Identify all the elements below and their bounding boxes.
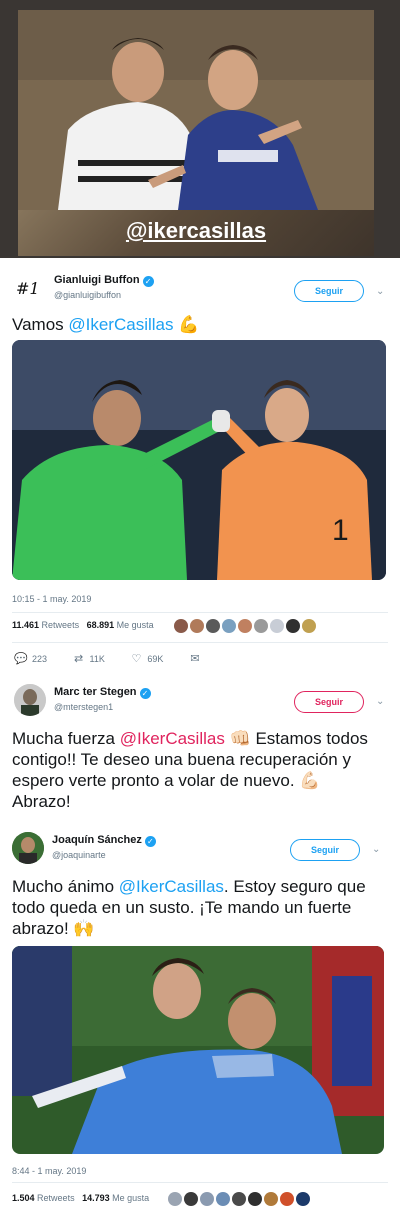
liker-avatars[interactable] xyxy=(168,1192,312,1206)
mention-link[interactable]: @IkerCasillas xyxy=(68,315,173,334)
tweet-timestamp[interactable]: 10:15 - 1 may. 2019 xyxy=(12,594,91,604)
author-name[interactable]: Marc ter Stegen ✓ xyxy=(54,686,151,699)
author-name[interactable]: Joaquín Sánchez ✓ xyxy=(52,834,156,847)
tweet-header: Joaquín Sánchez ✓ @joaquinarte Seguir ⌄ xyxy=(12,830,384,870)
author-name[interactable]: Gianluigi Buffon ✓ xyxy=(54,274,154,287)
tweet-actions: 💬 223 ⇄ 11K ♡ 69K ✉ xyxy=(14,652,228,665)
follow-button[interactable]: Seguir xyxy=(294,691,364,713)
avatar[interactable] xyxy=(270,619,284,633)
avatar[interactable] xyxy=(216,1192,230,1206)
avatar[interactable] xyxy=(232,1192,246,1206)
avatar[interactable] xyxy=(184,1192,198,1206)
follow-button[interactable]: Seguir xyxy=(294,280,364,302)
retweets-stat[interactable]: 1.504 Retweets xyxy=(12,1193,75,1203)
avatar[interactable] xyxy=(206,619,220,633)
avatar[interactable] xyxy=(302,619,316,633)
tweet-text: Mucha fuerza @IkerCasillas 👊🏻 Estamos to… xyxy=(12,729,368,811)
avatar[interactable] xyxy=(222,619,236,633)
author-handle[interactable]: @gianluigibuffon xyxy=(54,290,121,300)
tweet-text: Vamos @IkerCasillas 💪 xyxy=(12,315,200,334)
avatar[interactable] xyxy=(296,1192,310,1206)
divider xyxy=(12,642,388,643)
tweet-text: Mucho ánimo @IkerCasillas. Estoy seguro … xyxy=(12,877,366,938)
avatar-image xyxy=(14,684,46,716)
mention-link[interactable]: @IkerCasillas xyxy=(119,877,224,896)
svg-text:#1: #1 xyxy=(16,279,40,298)
tweet-header: #1 Gianluigi Buffon ✓ @gianluigibuffon Se… xyxy=(14,270,386,310)
story-mention-text: @ikercasillas xyxy=(125,218,267,243)
avatar[interactable] xyxy=(248,1192,262,1206)
avatar[interactable] xyxy=(238,619,252,633)
tweet-photo-image xyxy=(12,946,384,1154)
buffon-logo-icon: #1 xyxy=(16,279,40,298)
avatar[interactable] xyxy=(200,1192,214,1206)
svg-text:1: 1 xyxy=(332,514,349,547)
tweet-stats: 11.461 Retweets 68.891 Me gusta xyxy=(12,620,154,630)
avatar[interactable] xyxy=(190,619,204,633)
mention-link[interactable]: @IkerCasillas xyxy=(120,729,225,748)
follow-button[interactable]: Seguir xyxy=(290,839,360,861)
tweet-photo[interactable]: 1 xyxy=(12,340,386,580)
avatar[interactable] xyxy=(280,1192,294,1206)
tweet-stats: 1.504 Retweets 14.793 Me gusta xyxy=(12,1193,149,1203)
avatar[interactable] xyxy=(264,1192,278,1206)
story-photo xyxy=(18,10,374,210)
chevron-down-icon[interactable]: ⌄ xyxy=(376,286,384,297)
avatar[interactable] xyxy=(174,619,188,633)
liker-avatars[interactable] xyxy=(174,619,318,633)
reply-icon: 💬 xyxy=(14,653,28,665)
avatar[interactable] xyxy=(14,684,46,716)
retweets-stat[interactable]: 11.461 Retweets xyxy=(12,620,79,630)
avatar[interactable] xyxy=(168,1192,182,1206)
instagram-story: @ikercasillas xyxy=(0,0,400,258)
chevron-down-icon[interactable]: ⌄ xyxy=(372,844,380,855)
likes-stat[interactable]: 68.891 Me gusta xyxy=(87,620,154,630)
tweet-photo-image: 1 xyxy=(12,340,386,580)
avatar[interactable]: #1 xyxy=(14,272,46,304)
avatar[interactable] xyxy=(12,832,44,864)
avatar[interactable] xyxy=(254,619,268,633)
verified-badge-icon: ✓ xyxy=(142,276,154,287)
tweet-timestamp[interactable]: 8:44 - 1 may. 2019 xyxy=(12,1166,86,1176)
tweet-buffon: #1 Gianluigi Buffon ✓ @gianluigibuffon Se… xyxy=(0,262,400,672)
direct-message-button[interactable]: ✉ xyxy=(188,652,206,665)
divider xyxy=(12,612,388,613)
divider xyxy=(12,1182,388,1183)
retweet-button[interactable]: ⇄ 11K xyxy=(72,652,105,665)
tweet-joaquin: Joaquín Sánchez ✓ @joaquinarte Seguir ⌄ M… xyxy=(0,826,400,1220)
tweet-header: Marc ter Stegen ✓ @mterstegen1 Seguir ⌄ xyxy=(14,682,386,722)
avatar-image xyxy=(12,832,44,864)
tweet-ter-stegen: Marc ter Stegen ✓ @mterstegen1 Seguir ⌄ M… xyxy=(0,678,400,820)
author-handle[interactable]: @joaquinarte xyxy=(52,850,106,860)
tweet-photo[interactable] xyxy=(12,946,384,1154)
author-handle[interactable]: @mterstegen1 xyxy=(54,702,113,712)
like-button[interactable]: ♡ 69K xyxy=(129,652,163,665)
chevron-down-icon[interactable]: ⌄ xyxy=(376,696,384,707)
likes-stat[interactable]: 14.793 Me gusta xyxy=(82,1193,149,1203)
reply-button[interactable]: 💬 223 xyxy=(14,652,47,665)
heart-icon: ♡ xyxy=(131,653,142,665)
story-photo-frame: @ikercasillas xyxy=(18,10,374,256)
verified-badge-icon: ✓ xyxy=(144,836,156,847)
direct-message-icon: ✉ xyxy=(190,653,200,665)
verified-badge-icon: ✓ xyxy=(139,688,151,699)
avatar[interactable] xyxy=(286,619,300,633)
retweet-icon: ⇄ xyxy=(73,653,84,665)
